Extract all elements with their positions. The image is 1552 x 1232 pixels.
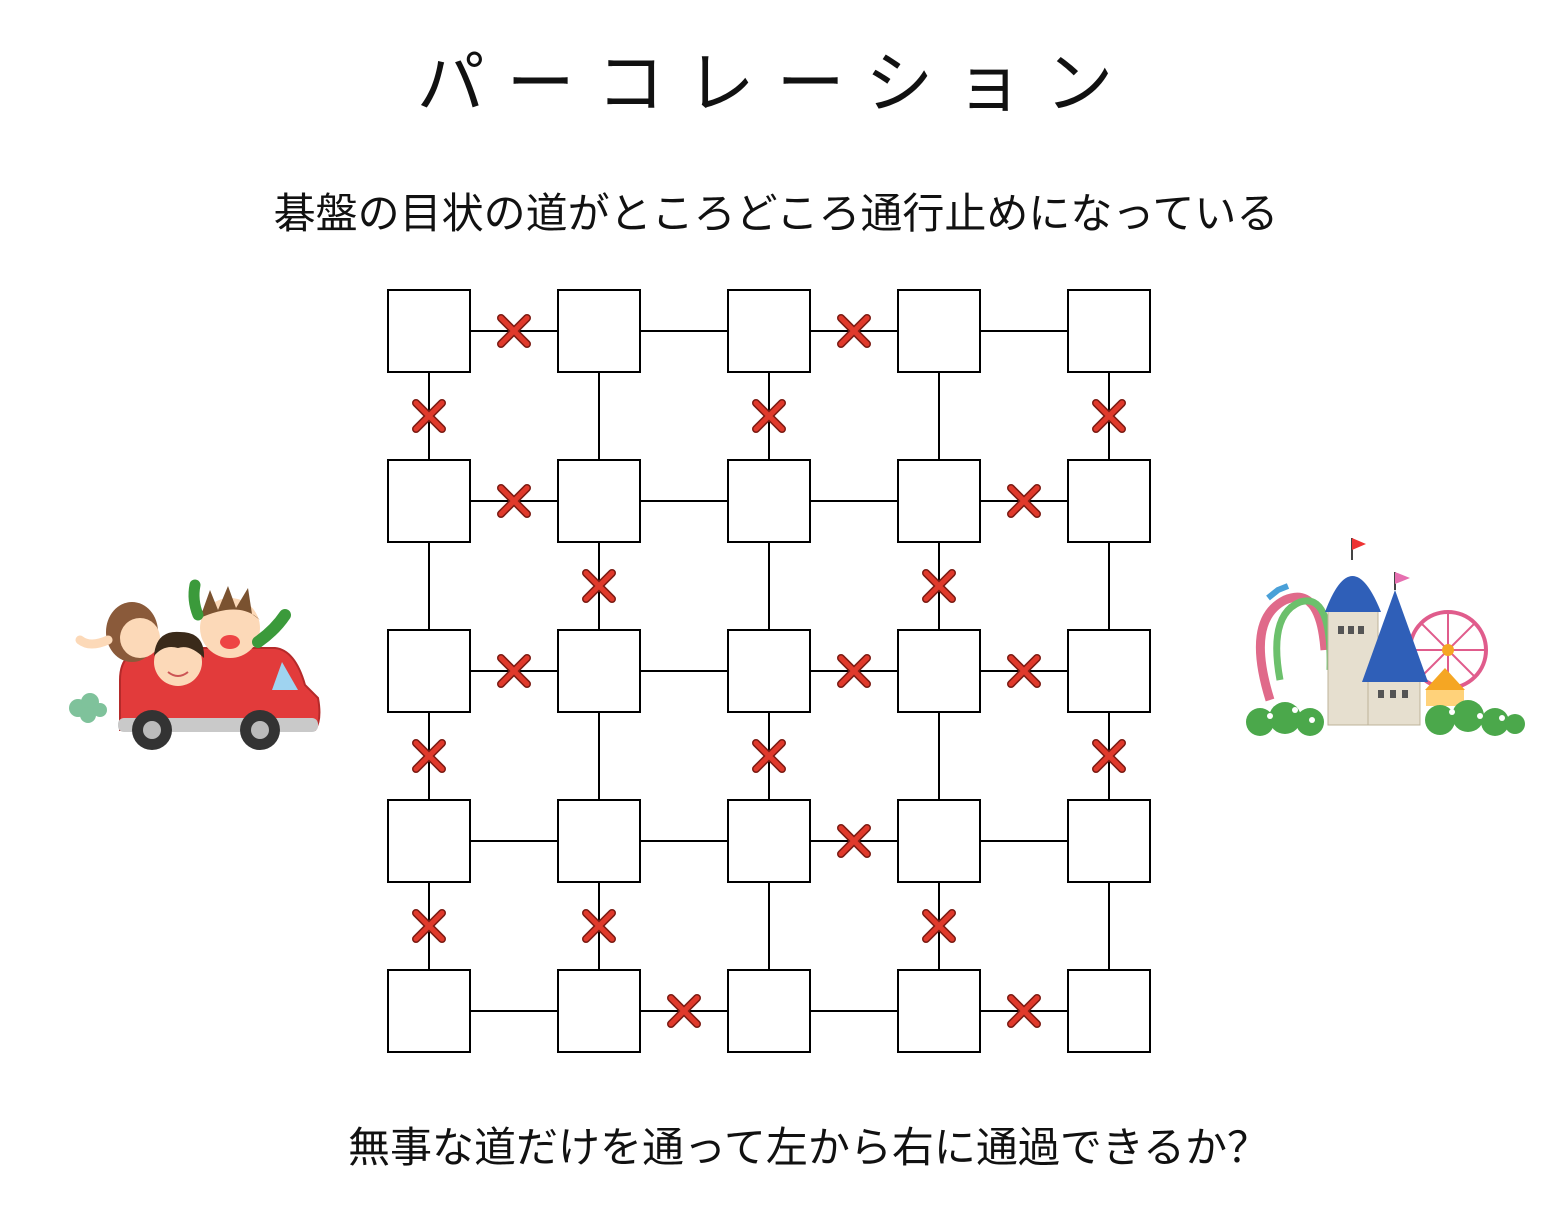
- grid-node: [557, 629, 641, 713]
- grid-node: [1067, 629, 1151, 713]
- grid-node: [727, 289, 811, 373]
- grid-node: [727, 799, 811, 883]
- grid-node: [727, 969, 811, 1053]
- exhaust-cloud-icon: [69, 693, 107, 723]
- grid-node: [557, 289, 641, 373]
- family-car-illustration: [69, 579, 321, 750]
- grid-node: [387, 799, 471, 883]
- grid-node: [897, 969, 981, 1053]
- grid-node: [897, 629, 981, 713]
- grid-node: [1067, 459, 1151, 543]
- grid-node: [387, 289, 471, 373]
- grid-node: [387, 459, 471, 543]
- grid-node: [727, 629, 811, 713]
- grid-node: [727, 459, 811, 543]
- grid-node: [387, 969, 471, 1053]
- grid-node: [557, 799, 641, 883]
- car-body: [118, 647, 321, 750]
- amusement-park-illustration: [1246, 538, 1525, 736]
- grid-node: [557, 969, 641, 1053]
- question-text: 無事な道だけを通って左から右に通過できるか？: [348, 1123, 1270, 1172]
- grid-node: [387, 629, 471, 713]
- tent-icon: [1425, 668, 1465, 706]
- grid-node: [897, 289, 981, 373]
- grid-node: [897, 459, 981, 543]
- grid-node: [1067, 799, 1151, 883]
- grid-node: [557, 459, 641, 543]
- grid-node: [897, 799, 981, 883]
- grid-node: [1067, 289, 1151, 373]
- roller-coaster-icon: [1255, 583, 1334, 702]
- grid-node: [1067, 969, 1151, 1053]
- mother-figure: [75, 602, 160, 662]
